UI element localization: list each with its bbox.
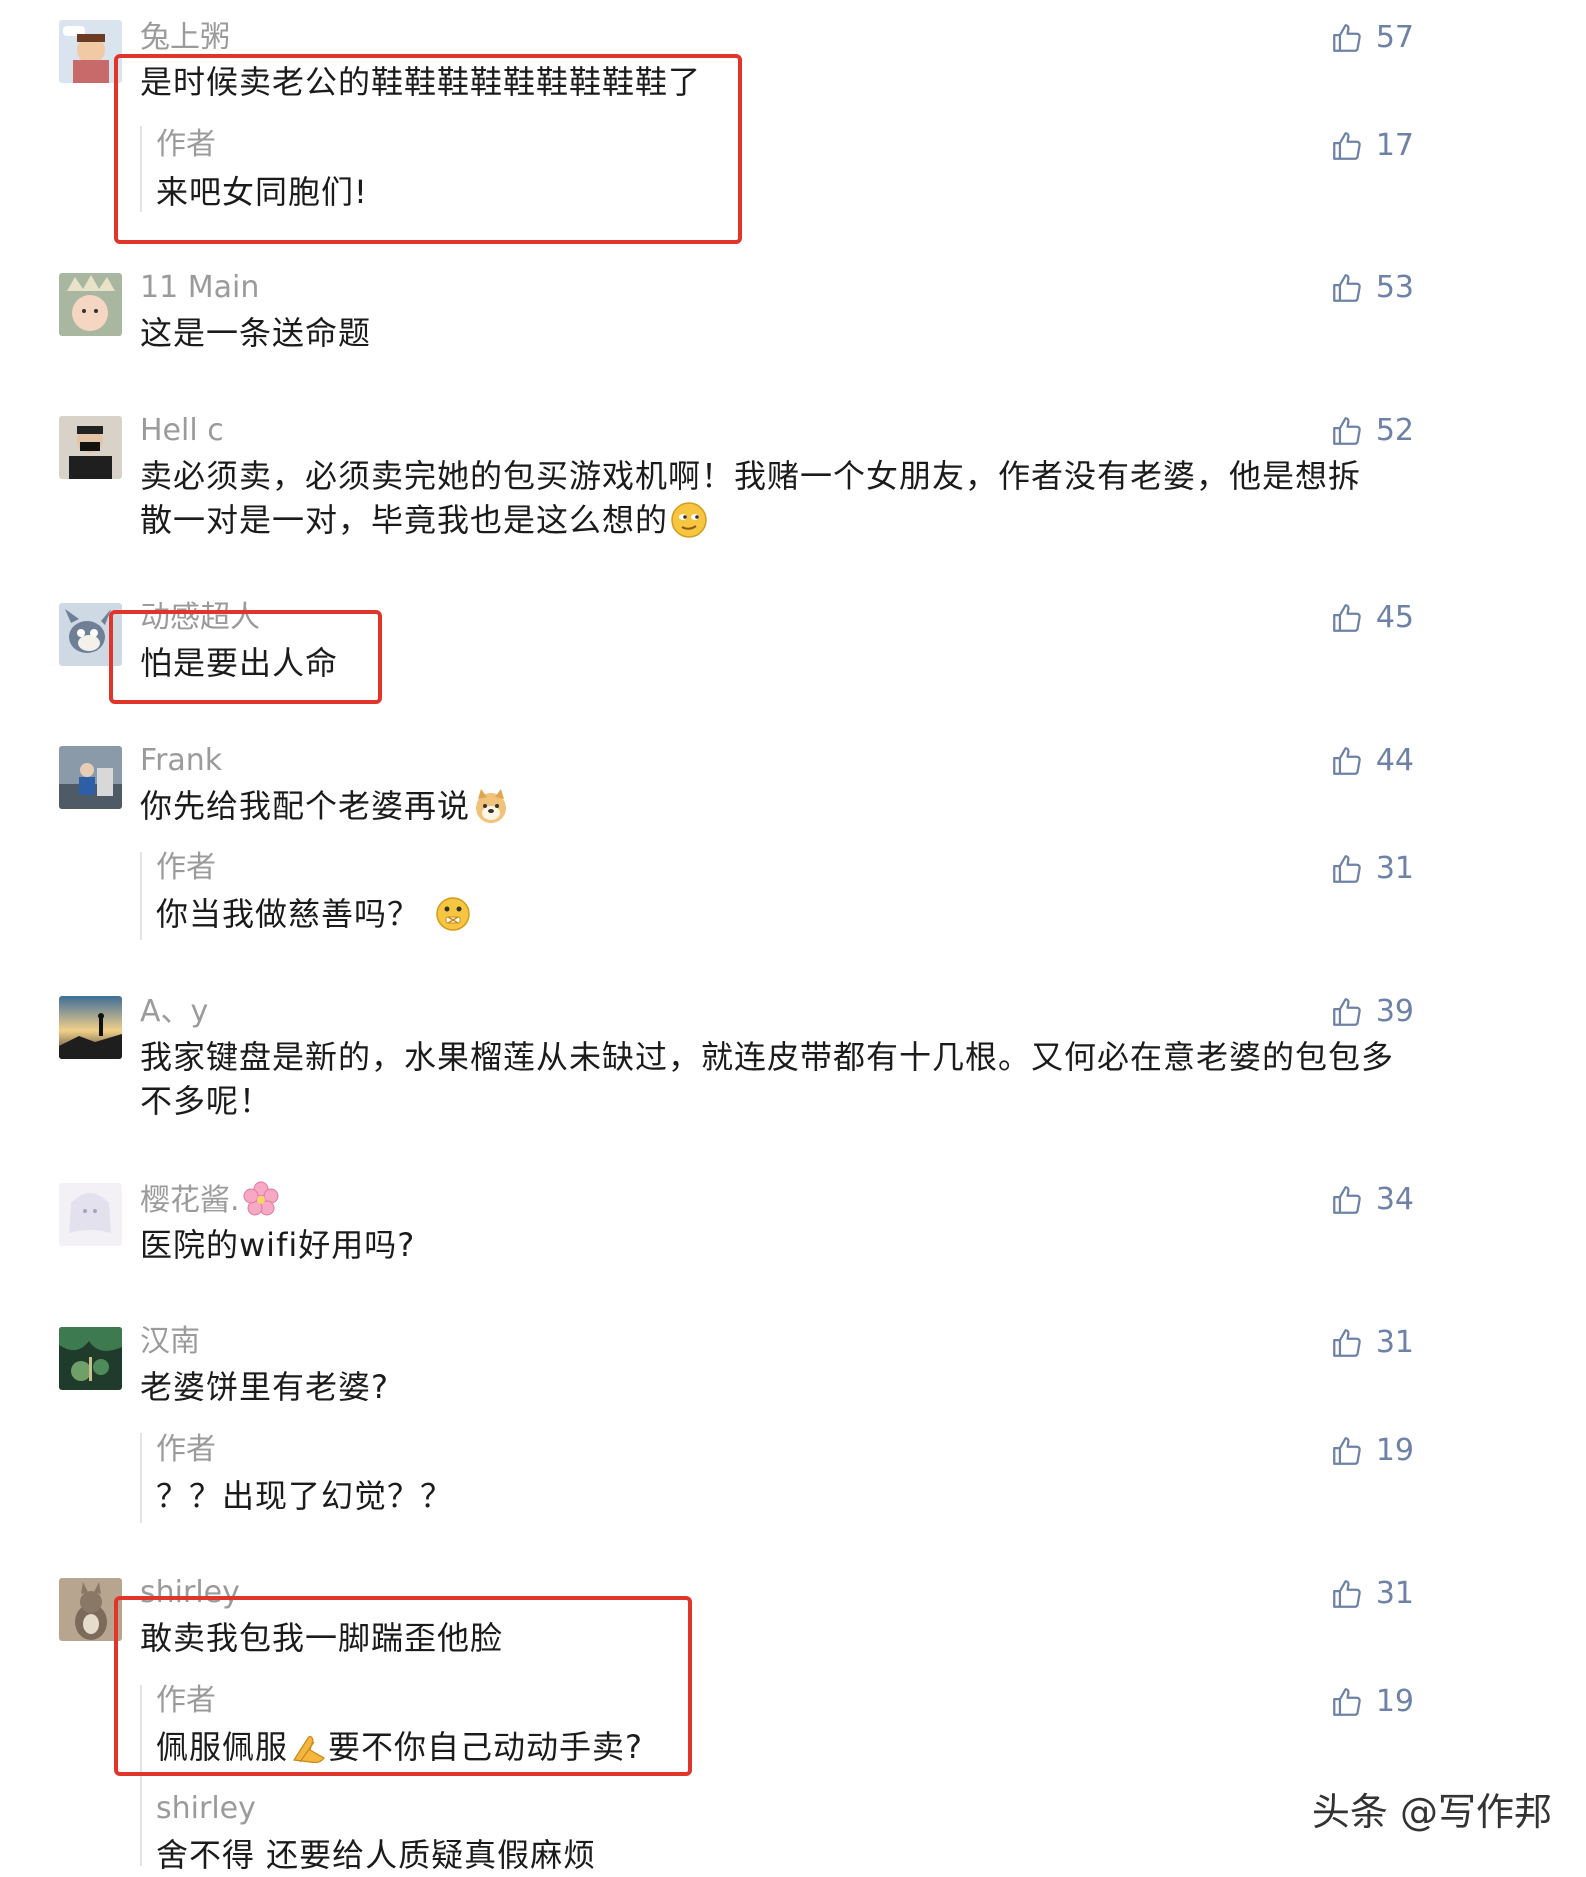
like-button[interactable]: 53: [1330, 268, 1414, 308]
comment-author[interactable]: 11 Main: [140, 268, 259, 308]
reply-like-button[interactable]: 19: [1330, 1682, 1414, 1722]
comment-text: 我家键盘是新的，水果榴莲从未缺过，就连皮带都有十几根。又何必在意老婆的包包多不多…: [140, 1038, 1395, 1120]
comment-text: 这是一条送命题: [140, 314, 372, 352]
shush-emoji-icon: [436, 897, 470, 931]
like-count: 19: [1375, 1684, 1414, 1719]
comment-author[interactable]: Hell c: [140, 411, 224, 451]
comment-author[interactable]: Frank: [140, 741, 222, 781]
avatar[interactable]: [59, 1327, 122, 1390]
reply-text: 来吧女同胞们!: [156, 173, 368, 211]
like-count: 34: [1375, 1182, 1414, 1217]
like-button[interactable]: 52: [1330, 411, 1414, 451]
reply-text: 舍不得 还要给人质疑真假麻烦: [156, 1836, 597, 1874]
thumbs-up-icon: [1330, 601, 1364, 635]
reply-divider: [140, 852, 142, 940]
reply-divider: [140, 126, 142, 212]
reply-text: 佩服佩服 要不你自己动动手卖?: [156, 1725, 643, 1769]
thumbs-up-icon: [1330, 852, 1364, 886]
smirk-emoji-icon: [671, 502, 707, 538]
comment-author[interactable]: 兔上粥: [140, 18, 230, 58]
comment-author[interactable]: 汉南: [140, 1322, 200, 1362]
avatar[interactable]: [59, 1578, 122, 1641]
like-count: 52: [1375, 413, 1414, 448]
thumbs-up-icon: [1330, 995, 1364, 1029]
comment-author[interactable]: A、y: [140, 992, 208, 1032]
thumbs-up-icon: [1330, 1577, 1364, 1611]
avatar[interactable]: [59, 1183, 122, 1246]
comment-text: 老婆饼里有老婆?: [140, 1368, 389, 1406]
like-button[interactable]: 44: [1330, 741, 1414, 781]
comment-text: 敢卖我包我一脚踹歪他脸: [140, 1619, 504, 1657]
like-button[interactable]: 57: [1330, 18, 1414, 58]
comment-author[interactable]: shirley: [140, 1573, 240, 1613]
author-name: 樱花酱.: [140, 1183, 240, 1218]
comment-author[interactable]: 动感超人: [140, 598, 260, 638]
like-count: 31: [1375, 851, 1414, 886]
reply-divider: [140, 1685, 142, 1866]
thumbs-up-icon: [1330, 129, 1364, 163]
comment-text: 卖必须卖，必须卖完她的包买游戏机啊！我赌一个女朋友，作者没有老婆，他是想拆散一对…: [140, 454, 1390, 542]
comment-text: 是时候卖老公的鞋鞋鞋鞋鞋鞋鞋鞋鞋了: [140, 63, 702, 101]
reply-author[interactable]: 作者: [156, 848, 216, 888]
like-count: 31: [1375, 1325, 1414, 1360]
doge-emoji-icon: [476, 789, 507, 823]
reply-text-part-a: 佩服佩服: [156, 1728, 289, 1766]
comment-text-content: 你先给我配个老婆再说: [140, 787, 471, 825]
avatar[interactable]: [59, 603, 122, 666]
like-count: 45: [1375, 600, 1414, 635]
avatar[interactable]: [59, 746, 122, 809]
like-count: 39: [1375, 994, 1414, 1029]
like-count: 53: [1375, 270, 1414, 305]
thumbs-up-icon: [1330, 1434, 1364, 1468]
like-button[interactable]: 34: [1330, 1180, 1414, 1220]
avatar[interactable]: [59, 416, 122, 479]
like-button[interactable]: 45: [1330, 598, 1414, 638]
avatar[interactable]: [59, 996, 122, 1059]
thumbs-up-icon: [1330, 1685, 1364, 1719]
reply-text-content: 你当我做慈善吗？: [156, 895, 421, 933]
reply-text-part-b: 要不你自己动动手卖?: [328, 1728, 644, 1766]
thumbs-up-icon: [1330, 744, 1364, 778]
watermark: 头条 @写作邦: [1311, 1790, 1552, 1834]
thumbs-up-icon: [1330, 271, 1364, 305]
reply-like-button[interactable]: 19: [1330, 1431, 1414, 1471]
like-button[interactable]: 31: [1330, 1574, 1414, 1614]
reply-author[interactable]: shirley: [156, 1789, 256, 1829]
comment-text-content: 卖必须卖，必须卖完她的包买游戏机啊！我赌一个女朋友，作者没有老婆，他是想拆散一对…: [140, 457, 1362, 539]
avatar[interactable]: [59, 20, 122, 83]
reply-like-button[interactable]: 31: [1330, 849, 1414, 889]
reply-divider: [140, 1433, 142, 1523]
thumbs-up-icon: [1330, 1183, 1364, 1217]
thumbs-up-icon: [1330, 414, 1364, 448]
comment-text: 你先给我配个老婆再说: [140, 784, 1395, 828]
comment-text: 医院的wifi好用吗?: [140, 1226, 416, 1264]
reply-author[interactable]: 作者: [156, 125, 216, 165]
thumbs-up-icon: [1330, 1326, 1364, 1360]
reply-like-button[interactable]: 17: [1330, 126, 1414, 166]
reply-text: ？？出现了幻觉？？: [156, 1477, 454, 1515]
like-count: 19: [1375, 1433, 1414, 1468]
like-count: 31: [1375, 1576, 1414, 1611]
avatar[interactable]: [59, 273, 122, 336]
like-button[interactable]: 39: [1330, 992, 1414, 1032]
like-count: 57: [1375, 20, 1414, 55]
thumbs-up-icon: [1330, 21, 1364, 55]
like-button[interactable]: 31: [1330, 1323, 1414, 1363]
folded-hands-emoji-icon: [293, 1735, 325, 1764]
like-count: 17: [1375, 128, 1414, 163]
comment-author[interactable]: 樱花酱.: [140, 1180, 280, 1221]
cherry-blossom-icon: [243, 1181, 279, 1216]
reply-author[interactable]: 作者: [156, 1430, 216, 1470]
reply-text: 你当我做慈善吗？: [156, 892, 472, 936]
comment-text: 怕是要出人命: [140, 644, 339, 682]
reply-author[interactable]: 作者: [156, 1681, 216, 1721]
like-count: 44: [1375, 743, 1414, 778]
